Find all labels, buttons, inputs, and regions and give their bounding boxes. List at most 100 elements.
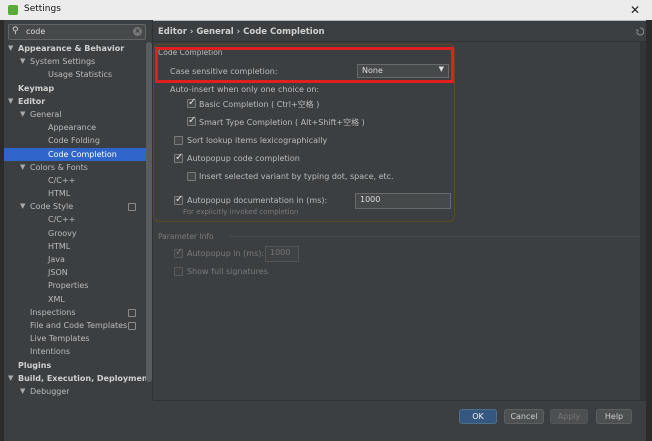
tree-item-label: HTML: [48, 189, 71, 199]
expand-arrow-icon[interactable]: ▼: [20, 200, 25, 213]
parameter-autopopup-checkbox[interactable]: [174, 247, 183, 258]
tree-item[interactable]: C/C++: [4, 174, 146, 187]
insert-selected-checkbox[interactable]: [187, 172, 196, 181]
tree-item[interactable]: XML: [4, 293, 146, 306]
show-full-signatures-label: Show full signatures: [187, 267, 268, 276]
tree-item[interactable]: Groovy: [4, 227, 146, 240]
cancel-button[interactable]: Cancel: [504, 409, 544, 424]
project-scope-icon: [128, 308, 136, 317]
project-scope-icon: [128, 203, 136, 212]
window-title: Settings: [24, 4, 61, 14]
expand-arrow-icon[interactable]: ▼: [20, 161, 25, 174]
tree-item[interactable]: Code Completion: [4, 147, 146, 161]
expand-arrow-icon[interactable]: ▼: [20, 385, 25, 398]
tree-item-label: Inspections: [30, 307, 76, 317]
tree-item-label: XML: [48, 294, 65, 304]
tree-item-label: File and Code Templates: [30, 320, 128, 330]
parameter-info-divider: [230, 236, 640, 237]
tree-item-label: Groovy: [48, 228, 77, 238]
clear-search-icon[interactable]: ×: [133, 27, 142, 36]
show-full-signatures-checkbox[interactable]: [174, 267, 183, 276]
tree-item[interactable]: Live Templates: [4, 332, 146, 345]
autopopup-completion-label: Autopopup code completion: [187, 154, 300, 163]
tree-item-label: Keymap: [18, 83, 55, 93]
expand-arrow-icon[interactable]: ▼: [20, 108, 25, 121]
parameter-autopopup-input[interactable]: 1000: [265, 246, 299, 262]
sort-lookup-label: Sort lookup items lexicographically: [187, 136, 328, 145]
tree-item[interactable]: ▼ Build, Execution, Deployment: [4, 372, 151, 385]
smart-completion-checkbox[interactable]: [187, 115, 196, 126]
tree-item[interactable]: Keymap: [4, 82, 146, 95]
scrollbar-thumb[interactable]: [146, 42, 152, 382]
tree-item[interactable]: Intentions: [4, 345, 146, 358]
tree-item-label: HTML: [48, 241, 71, 251]
tree-item-label: Debugger: [30, 386, 70, 396]
app-icon: [8, 5, 18, 15]
tree-item[interactable]: File and Code Templates: [4, 319, 146, 332]
sort-lookup-checkbox[interactable]: [174, 136, 183, 145]
autopopup-doc-checkbox[interactable]: [174, 194, 183, 205]
tree-item[interactable]: ▼ System Settings: [4, 55, 146, 68]
tree-item-label: Code Completion: [48, 149, 117, 159]
tree-item[interactable]: ▼ Code Style: [4, 200, 146, 213]
ok-button[interactable]: OK: [459, 409, 497, 424]
smart-completion-label: Smart Type Completion ( Alt+Shift+空格 ): [199, 118, 365, 127]
tree-item[interactable]: ▼ Colors & Fonts: [4, 161, 146, 174]
tree-item[interactable]: ▼ Editor: [4, 95, 146, 108]
reset-icon[interactable]: [636, 27, 644, 37]
tree-item-label: General: [30, 109, 62, 119]
breadcrumb: Editor › General › Code Completion: [158, 27, 325, 37]
project-scope-icon: [128, 321, 136, 330]
background-window-edge-right: [646, 20, 652, 441]
autopopup-completion-checkbox[interactable]: [174, 152, 183, 163]
expand-arrow-icon[interactable]: ▼: [8, 372, 13, 385]
parameter-info-title: Parameter Info: [158, 232, 214, 241]
expand-arrow-icon[interactable]: ▼: [8, 95, 13, 108]
search-icon: ⚲: [12, 26, 19, 36]
tree-item-label: JSON: [48, 268, 68, 278]
tree-item[interactable]: JSON: [4, 266, 146, 279]
tree-item[interactable]: HTML: [4, 240, 146, 253]
tree-item-label: Appearance & Behavior: [18, 44, 125, 53]
tree-item[interactable]: Code Folding: [4, 134, 146, 147]
tree-item[interactable]: HTML: [4, 187, 146, 200]
tree-item[interactable]: Appearance: [4, 121, 146, 134]
tree-item-label: Live Templates: [30, 334, 90, 344]
tree-item-label: Plugins: [18, 360, 52, 370]
tree-item[interactable]: Inspections: [4, 306, 146, 319]
tree-item-label: Appearance: [48, 123, 97, 133]
parameter-autopopup-label: Autopopup in (ms):: [187, 249, 265, 258]
help-button[interactable]: Help: [596, 409, 632, 424]
sidebar-scrollbar[interactable]: [146, 42, 152, 382]
tree-item-label: C/C++: [48, 175, 76, 185]
settings-search-field[interactable]: ⚲ code ×: [8, 24, 146, 40]
tree-item-label: Code Style: [30, 202, 74, 212]
tree-item-label: Java: [48, 255, 65, 264]
insert-selected-label: Insert selected variant by typing dot, s…: [199, 172, 394, 181]
expand-arrow-icon[interactable]: ▼: [8, 42, 13, 55]
tree-item[interactable]: ▼ Debugger: [4, 385, 146, 398]
basic-completion-checkbox[interactable]: [187, 97, 196, 108]
apply-button[interactable]: Apply: [550, 409, 588, 424]
expand-arrow-icon[interactable]: ▼: [20, 55, 25, 68]
basic-completion-label: Basic Completion ( Ctrl+空格 ): [199, 100, 320, 109]
close-icon[interactable]: ✕: [630, 3, 640, 17]
autopopup-doc-input[interactable]: 1000: [355, 193, 451, 209]
tree-item[interactable]: Java: [4, 253, 146, 266]
tree-item[interactable]: Plugins: [4, 359, 146, 372]
tree-item[interactable]: ▼ Appearance & Behavior: [4, 42, 146, 55]
header-divider: [153, 41, 646, 42]
tree-item[interactable]: Usage Statistics: [4, 68, 146, 81]
search-input[interactable]: code: [26, 27, 45, 36]
tree-item[interactable]: C/C++: [4, 213, 146, 226]
tree-item-label: C/C++: [48, 215, 76, 225]
parameter-autopopup-value: 1000: [270, 248, 291, 257]
tree-item-label: Intentions: [30, 347, 71, 357]
tree-item[interactable]: Properties: [4, 279, 146, 292]
tree-item[interactable]: ▼ General: [4, 108, 146, 121]
tree-item-label: Build, Execution, Deployment: [18, 373, 152, 383]
settings-tree: ▼ Appearance & Behavior ▼ System Settings Us…: [4, 42, 151, 398]
tree-item-label: Editor: [18, 96, 46, 106]
explicit-hint: For explicitly invoked completion: [183, 208, 299, 216]
auto-insert-label: Auto-insert when only one choice on:: [170, 85, 320, 94]
